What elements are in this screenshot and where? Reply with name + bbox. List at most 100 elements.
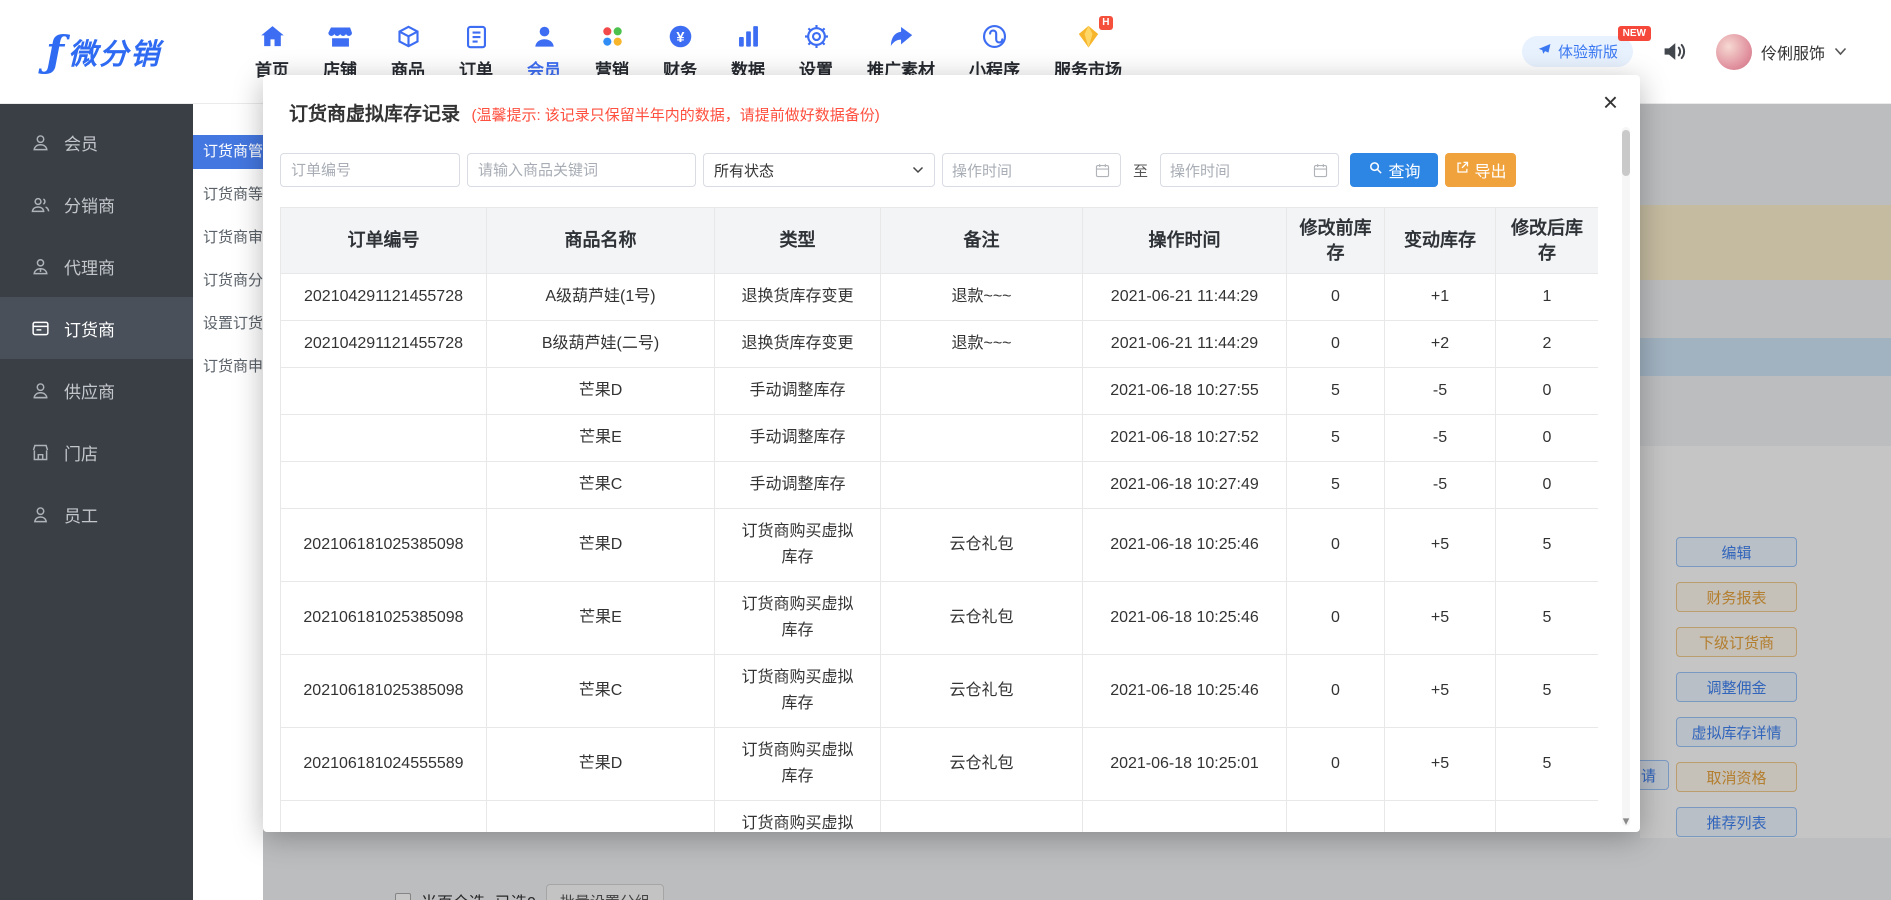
table-row: 202106181025385098芒果D订货商购买虚拟库存云仓礼包2021-0… (281, 509, 1599, 582)
submenu-item-0[interactable]: 订货商管 (193, 135, 263, 169)
table-cell (1287, 801, 1385, 833)
table-cell: 手动调整库存 (715, 368, 881, 415)
export-label: 导出 (1475, 158, 1507, 182)
date-to-input[interactable]: 操作时间 (1160, 153, 1339, 187)
table-cell: 202104291121455728 (281, 274, 487, 321)
export-icon (1455, 160, 1470, 180)
hot-badge: H (1099, 16, 1112, 30)
date-to-placeholder: 操作时间 (1170, 160, 1230, 181)
sidebar-item-member[interactable]: 会员 (0, 111, 193, 173)
table-cell: 2 (1496, 321, 1599, 368)
filter-bar: 所有状态 操作时间 至 操作时间 查询 (263, 153, 1640, 187)
table-cell (1385, 801, 1496, 833)
logo-icon: ƒ (46, 31, 64, 73)
table-cell: 退换货库存变更 (715, 321, 881, 368)
settings-icon (803, 23, 830, 50)
orderer-icon (30, 318, 51, 339)
table-cell: 5 (1287, 415, 1385, 462)
submenu-item-3[interactable]: 订货商分 (193, 264, 263, 298)
inventory-table: 订单编号商品名称类型备注操作时间修改前库存变动库存修改后库存 202104291… (280, 207, 1598, 832)
close-icon[interactable]: × (1603, 89, 1618, 115)
table-row: 202106181024555589芒果D订货商购买虚拟库存云仓礼包2021-0… (281, 728, 1599, 801)
submenu-item-4[interactable]: 设置订货 (193, 307, 263, 341)
table-cell: 5 (1496, 509, 1599, 582)
sidebar-item-orderer[interactable]: 订货商 (0, 297, 193, 359)
user-menu[interactable]: 伶俐服饰 (1716, 34, 1847, 70)
nav-item-goods[interactable]: 商品 (374, 23, 442, 81)
table-cell (881, 368, 1083, 415)
table-cell (881, 462, 1083, 509)
date-from-input[interactable]: 操作时间 (942, 153, 1121, 187)
export-button[interactable]: 导出 (1445, 153, 1516, 187)
app-logo[interactable]: ƒ 微分销 (0, 31, 238, 73)
sidebar-item-supplier[interactable]: 供应商 (0, 359, 193, 421)
table-cell: 0 (1287, 728, 1385, 801)
sidebar-item-distributor[interactable]: 分销商 (0, 173, 193, 235)
submenu-item-5[interactable]: 订货商申 (193, 350, 263, 384)
sidebar-item-agent[interactable]: 代理商 (0, 235, 193, 297)
new-badge: NEW (1618, 26, 1651, 41)
table-cell: 订货商购买虚拟库存 (715, 801, 881, 833)
submenu-item-2[interactable]: 订货商审 (193, 221, 263, 255)
modal-header: 订货商虚拟库存记录 (温馨提示: 该记录只保留半年内的数据，请提前做好数据备份)… (263, 75, 1640, 126)
table-cell: 2021-06-18 10:25:46 (1083, 509, 1287, 582)
table-cell: 1 (1496, 274, 1599, 321)
nav-item-marketing[interactable]: 营销 (578, 23, 646, 81)
table-cell (1496, 801, 1599, 833)
table-cell: 芒果E (487, 415, 715, 462)
logo-text: 微分销 (68, 31, 161, 73)
sidebar-item-label: 供应商 (64, 378, 115, 403)
shop-icon (327, 23, 354, 50)
svg-text:¥: ¥ (676, 29, 685, 45)
sidebar-item-label: 员工 (64, 502, 98, 527)
agent-icon (30, 256, 51, 277)
table-cell: 云仓礼包 (881, 655, 1083, 728)
table-cell: 5 (1496, 728, 1599, 801)
search-button[interactable]: 查询 (1350, 153, 1438, 187)
nav-item-shop[interactable]: 店铺 (306, 23, 374, 81)
calendar-icon (1094, 162, 1111, 179)
col-header-5: 修改前库存 (1287, 208, 1385, 274)
table-cell: 202106181025385098 (281, 509, 487, 582)
home-icon (259, 23, 286, 50)
keyword-input[interactable] (467, 153, 696, 187)
nav-item-home[interactable]: 首页 (238, 23, 306, 81)
nav-item-promo[interactable]: 推广素材 (850, 23, 952, 81)
nav-item-market[interactable]: H服务市场 (1037, 23, 1139, 81)
sidebar-item-store[interactable]: 门店 (0, 421, 193, 483)
col-header-4: 操作时间 (1083, 208, 1287, 274)
nav-item-settings[interactable]: 设置 (782, 23, 850, 81)
submenu-item-1[interactable]: 订货商等 (193, 178, 263, 212)
nav-item-data[interactable]: 数据 (714, 23, 782, 81)
table-cell (881, 801, 1083, 833)
table-cell: 0 (1496, 462, 1599, 509)
table-row: 订货商购买虚拟库存 (281, 801, 1599, 833)
scrollbar-thumb[interactable] (1622, 130, 1630, 176)
table-cell: +5 (1385, 509, 1496, 582)
table-cell (881, 415, 1083, 462)
table-cell: B级葫芦娃(二号) (487, 321, 715, 368)
table-cell: -5 (1385, 415, 1496, 462)
market-icon: H (1075, 23, 1102, 50)
sidebar-item-label: 订货商 (64, 316, 115, 341)
promo-icon (888, 23, 915, 50)
announcement-speaker-icon[interactable] (1661, 38, 1688, 65)
try-new-version-button[interactable]: 体验新版 NEW (1522, 36, 1633, 67)
nav-item-order[interactable]: 订单 (442, 23, 510, 81)
nav-item-finance[interactable]: ¥财务 (646, 23, 714, 81)
nav-item-miniprogram[interactable]: 小程序 (952, 23, 1037, 81)
table-cell: 202106181025385098 (281, 582, 487, 655)
order-no-input[interactable] (280, 153, 460, 187)
modal-scrollbar[interactable] (1622, 127, 1630, 826)
status-select[interactable]: 所有状态 (703, 153, 935, 187)
staff-icon (30, 504, 51, 525)
table-row: 202106181025385098芒果C订货商购买虚拟库存云仓礼包2021-0… (281, 655, 1599, 728)
scroll-down-icon[interactable] (1619, 814, 1633, 828)
sidebar-item-staff[interactable]: 员工 (0, 483, 193, 545)
username: 伶俐服饰 (1761, 40, 1825, 64)
table-cell (1083, 801, 1287, 833)
nav-item-member[interactable]: 会员 (510, 23, 578, 81)
table-cell: +5 (1385, 655, 1496, 728)
table-cell: +1 (1385, 274, 1496, 321)
table-cell: 2021-06-21 11:44:29 (1083, 321, 1287, 368)
